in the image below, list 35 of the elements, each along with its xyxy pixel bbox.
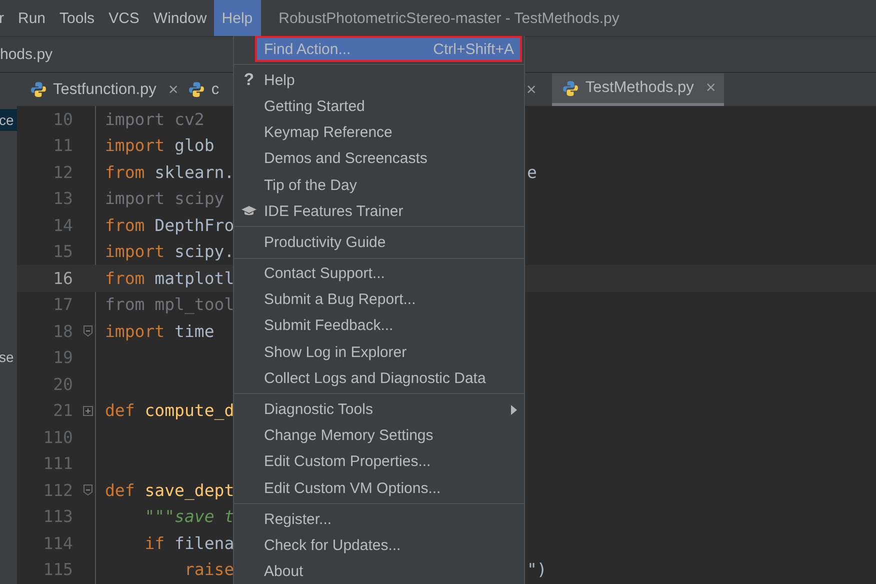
line-number: 10 [52,110,73,129]
code-line: raise [183,560,234,580]
line-number: 112 [42,480,73,500]
code-line: import scipy [105,189,224,208]
line-number: 15 [52,242,73,262]
line-number: 111 [42,454,73,474]
line-number: 115 [42,560,73,580]
line-number: 14 [52,216,73,235]
code-line: import time [105,322,214,341]
code-line: import glob [105,136,214,156]
code-fragment: ") [527,560,547,580]
line-number: 20 [52,374,73,394]
line-number: 21 [52,401,73,420]
code-line: if filena [144,534,234,553]
code-line: import scipy. [105,242,234,262]
line-number: 18 [52,322,73,341]
line-number: 16 [52,268,73,288]
line-number: 110 [42,428,73,447]
line-number: 13 [52,189,73,208]
code-line: import cv2 [105,110,204,129]
line-number: 19 [52,348,73,368]
code-line: def save_dept [105,480,234,500]
line-number: 12 [52,162,73,182]
code-line: from matplotl [105,268,234,288]
line-number: 113 [42,507,73,526]
code-line: """save t [144,507,234,526]
code-line: from sklearn. [105,162,234,182]
line-number: 114 [42,534,73,553]
code-line: from mpl_tool [105,295,234,314]
line-number: 11 [52,136,73,156]
window-title: RobustPhotometricStereo-master - TestMethods.py [278,10,620,26]
code-fragment: e [527,162,537,182]
code-line: from DepthFro [105,216,234,235]
line-number: 17 [52,295,73,314]
code-line: def compute_d [105,401,234,420]
